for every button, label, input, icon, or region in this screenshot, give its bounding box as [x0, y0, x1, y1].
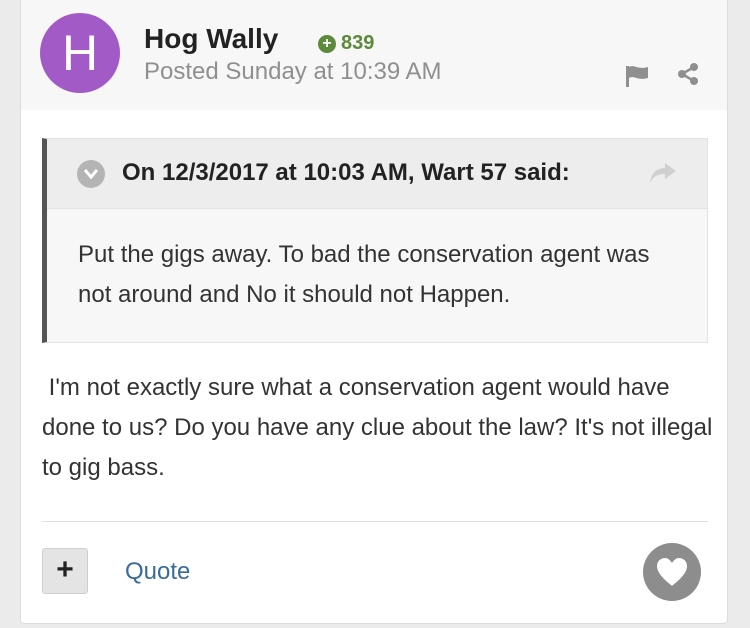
post-body: I'm not exactly sure what a conservation…	[42, 374, 720, 481]
reputation-badge: + 839	[318, 32, 374, 55]
author-name[interactable]: Hog Wally	[144, 23, 278, 55]
reply-arrow-icon[interactable]	[649, 161, 677, 185]
reputation-count: 839	[341, 32, 375, 54]
chevron-down-icon[interactable]	[77, 160, 105, 188]
divider	[42, 521, 708, 522]
quote-text: Put the gigs away. To bad the conservati…	[78, 241, 650, 308]
post-timestamp: Posted Sunday at 10:39 AM	[144, 58, 442, 85]
quote-citation: On 12/3/2017 at 10:03 AM, Wart 57 said:	[122, 159, 570, 186]
quote-button[interactable]: Quote	[125, 558, 190, 586]
flag-icon[interactable]	[625, 65, 649, 87]
post-card: H Hog Wally + 839 Posted Sunday at 10:39…	[20, 0, 728, 624]
quoted-post: On 12/3/2017 at 10:03 AM, Wart 57 said: …	[42, 138, 708, 343]
like-button[interactable]	[643, 543, 701, 601]
quote-header: On 12/3/2017 at 10:03 AM, Wart 57 said:	[47, 139, 707, 209]
multiquote-button[interactable]: +	[42, 548, 88, 594]
heart-icon	[657, 558, 687, 586]
plus-circle-icon: +	[318, 34, 336, 53]
post-header: H Hog Wally + 839 Posted Sunday at 10:39…	[21, 0, 727, 110]
share-icon[interactable]	[677, 63, 699, 85]
avatar[interactable]: H	[40, 13, 120, 93]
